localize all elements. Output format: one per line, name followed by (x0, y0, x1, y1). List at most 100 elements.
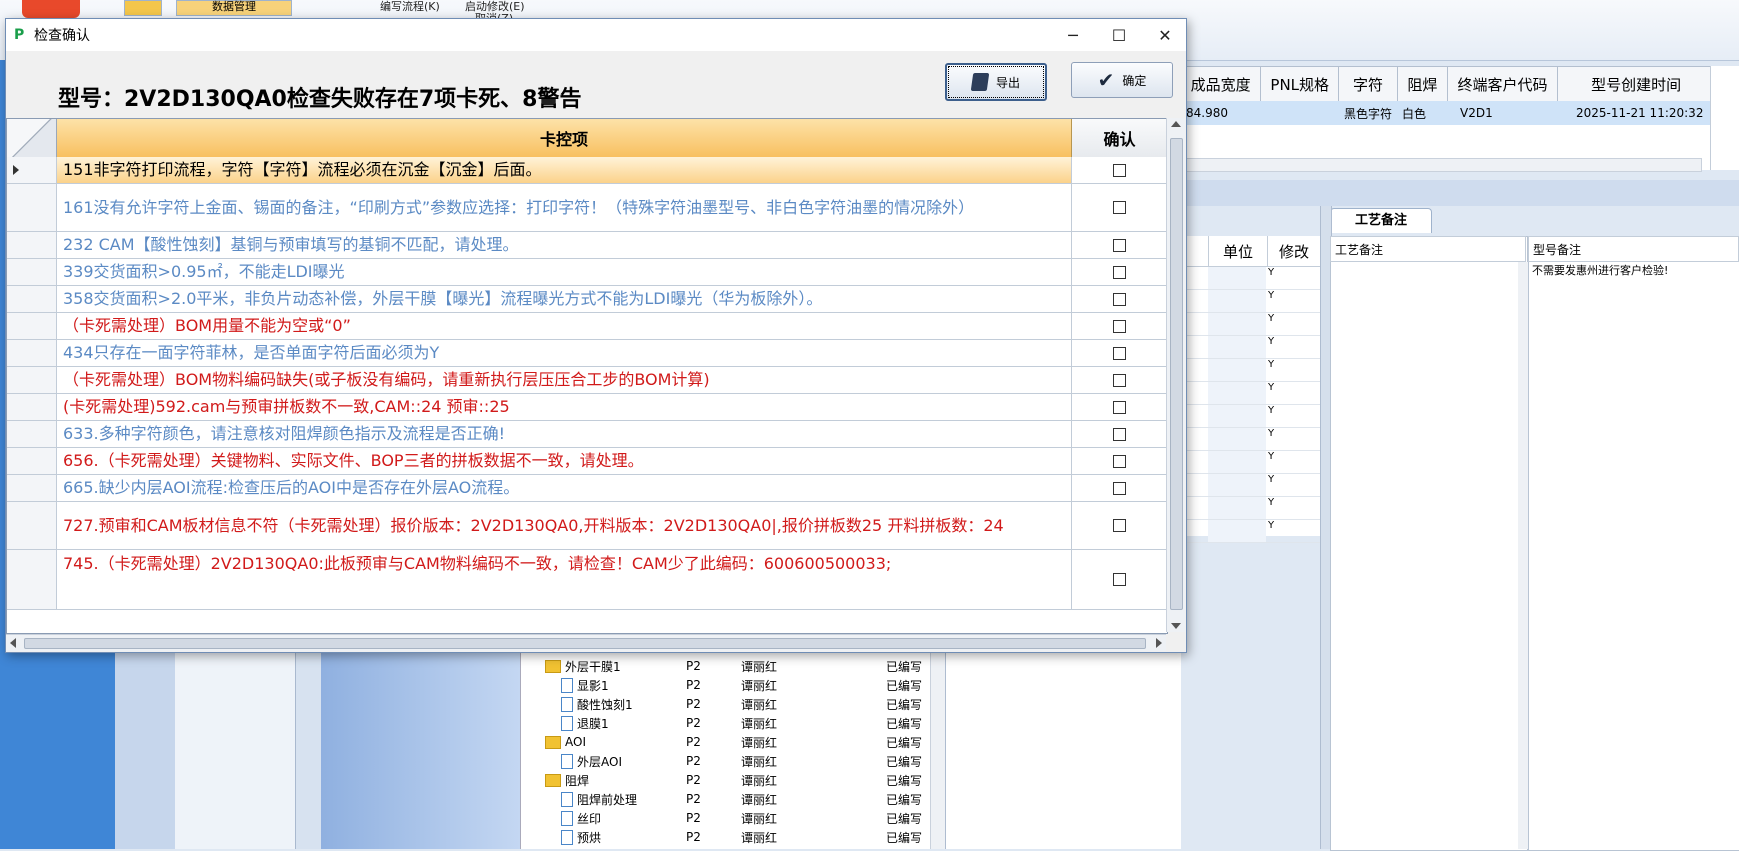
unit-row[interactable]: Y (1180, 382, 1320, 405)
check-item-row[interactable]: 161没有允许字符上金面、锡面的备注，“印刷方式”参数应选择：打印字符！（特殊字… (7, 184, 1167, 232)
check-item-row[interactable]: 727.预审和CAM板材信息不符（卡死需处理）报价版本：2V2D130QA0,开… (7, 502, 1167, 550)
check-item-row[interactable]: 665.缺少内层AOI流程:检查压后的AOI中是否存在外层AO流程。 (7, 475, 1167, 502)
check-item-row[interactable]: 151非字符打印流程，字符【字符】流程必须在沉金【沉金】后面。 (7, 157, 1167, 184)
unit-row[interactable]: Y (1180, 290, 1320, 313)
check-item-row[interactable]: 232 CAM【酸性蚀刻】基铜与预审填写的基铜不匹配，请处理。 (7, 232, 1167, 259)
process-tree[interactable]: 外层干膜1 P2 谭丽红 已编写 显影1 P2 谭丽红 已编写 酸性蚀刻1 P2 谭丽红 已编写 退膜1… (520, 652, 941, 849)
confirm-checkbox[interactable] (1113, 346, 1126, 360)
process-remark-panel[interactable] (1330, 236, 1528, 851)
row-selector[interactable] (7, 475, 57, 501)
tab-process-remark[interactable]: 工艺备注 (1330, 208, 1432, 233)
check-item-row[interactable]: 745.（卡死需处理）2V2D130QA0:此板预审与CAM物料编码不一致，请检… (7, 550, 1167, 610)
confirm-checkbox[interactable] (1113, 519, 1126, 532)
tree-node[interactable]: 酸性蚀刻1 (561, 695, 633, 713)
confirm-checkbox[interactable] (1113, 319, 1126, 333)
check-item-text: 727.预审和CAM板材信息不符（卡死需处理）报价版本：2V2D130QA0,开… (57, 502, 1072, 549)
check-item-row[interactable]: 358交货面积>2.0平米，非负片动态补偿，外层干膜【曝光】流程曝光方式不能为L… (7, 286, 1167, 313)
tree-cell-c1: P2 (686, 754, 701, 768)
row-selector[interactable] (7, 448, 57, 474)
minimize-icon[interactable]: ─ (1050, 19, 1096, 51)
vertical-scroll-thumb[interactable] (1170, 138, 1183, 610)
unit-row[interactable]: Y (1180, 336, 1320, 359)
unit-row[interactable]: Y (1180, 405, 1320, 428)
row-selector[interactable] (7, 367, 57, 393)
unit-row[interactable]: Y (1180, 520, 1320, 543)
model-grid-hscroll[interactable] (1180, 158, 1702, 172)
checkmark-icon: ✔ (1097, 68, 1115, 92)
scroll-left-icon[interactable] (10, 638, 16, 648)
confirm-button[interactable]: ✔ 确定 (1071, 62, 1173, 98)
confirm-checkbox[interactable] (1113, 373, 1126, 387)
scroll-up-icon[interactable] (1171, 121, 1181, 127)
unit-row[interactable]: Y (1180, 267, 1320, 290)
row-selector[interactable] (7, 313, 57, 339)
row-selector[interactable] (7, 550, 57, 609)
row-selector[interactable] (7, 340, 57, 366)
tree-node[interactable]: 外层干膜1 (545, 657, 621, 675)
scroll-down-icon[interactable] (1171, 623, 1181, 629)
row-selector[interactable] (7, 502, 57, 549)
tree-node[interactable]: AOI (545, 733, 586, 751)
check-item-row[interactable]: 339交货面积>0.95㎡，不能走LDI曝光 (7, 259, 1167, 286)
confirm-checkbox[interactable] (1113, 454, 1126, 468)
confirm-checkbox[interactable] (1113, 265, 1126, 279)
export-button[interactable]: 导出 (945, 63, 1047, 101)
unit-row[interactable]: Y (1180, 474, 1320, 497)
check-item-row[interactable]: 656.（卡死需处理）关键物料、实际文件、BOP三者的拼板数据不一致，请处理。 (7, 448, 1167, 475)
tree-node[interactable]: 外层AOI (561, 752, 622, 770)
row-selector[interactable] (7, 259, 57, 285)
row-selector[interactable] (7, 184, 57, 231)
confirm-checkbox[interactable] (1113, 292, 1126, 306)
unit-row[interactable]: Y (1180, 428, 1320, 451)
tree-node[interactable]: 显影1 (561, 676, 609, 694)
grid-icon[interactable] (124, 0, 162, 16)
menu-edit-flow[interactable]: 编写流程(K) (380, 0, 440, 14)
unit-row[interactable]: Y (1180, 359, 1320, 382)
dialog-titlebar[interactable]: P 检查确认 ─ ☐ ✕ (6, 19, 1186, 51)
scroll-right-icon[interactable] (1156, 638, 1162, 648)
data-management-button[interactable]: 数据管理 (176, 0, 292, 16)
unit-row[interactable]: Y (1180, 313, 1320, 336)
confirm-checkbox[interactable] (1113, 163, 1126, 177)
tree-cell-c3: 已编写 (886, 716, 923, 731)
check-item-row[interactable]: 633.多种字符颜色，请注意核对阻焊颜色指示及流程是否正确! (7, 421, 1167, 448)
check-item-row[interactable]: （卡死需处理）BOM物料编码缺失(或子板没有编码，请重新执行层压压合工步的BOM… (7, 367, 1167, 394)
check-item-row[interactable]: （卡死需处理）BOM用量不能为空或“0” (7, 313, 1167, 340)
tree-node[interactable]: 预烘 (561, 828, 601, 846)
remark-divider-scroll[interactable] (1518, 262, 1528, 849)
confirm-checkbox[interactable] (1113, 427, 1126, 441)
confirm-checkbox[interactable] (1113, 201, 1126, 214)
unit-row[interactable]: Y (1180, 451, 1320, 474)
select-all-corner[interactable] (7, 119, 57, 157)
col-control-item[interactable]: 卡控项 (57, 119, 1072, 157)
check-items-grid[interactable]: 卡控项 确认 151非字符打印流程，字符【字符】流程必须在沉金【沉金】后面。 16… (6, 118, 1168, 634)
tree-node-label: 阻焊前处理 (577, 792, 638, 807)
grid-horizontal-scrollbar[interactable] (6, 634, 1166, 651)
horizontal-scroll-thumb[interactable] (24, 638, 1146, 649)
close-icon[interactable]: ✕ (1142, 19, 1188, 51)
row-selector[interactable] (7, 394, 57, 420)
confirm-checkbox[interactable] (1113, 400, 1126, 414)
tree-cell-c2: 谭丽红 (741, 659, 778, 674)
model-remark-panel[interactable] (1528, 236, 1739, 851)
model-grid-side (1710, 66, 1739, 170)
tree-node[interactable]: 阻焊前处理 (561, 790, 637, 808)
col-confirm[interactable]: 确认 (1072, 119, 1167, 157)
maximize-icon[interactable]: ☐ (1096, 19, 1142, 51)
tree-node[interactable]: 丝印 (561, 809, 601, 827)
row-selector[interactable] (7, 286, 57, 312)
check-item-row[interactable]: (卡死需处理)592.cam与预审拼板数不一致,CAM::24 预审::25 (7, 394, 1167, 421)
tree-scrollbar[interactable] (930, 652, 945, 849)
row-selector[interactable] (7, 157, 57, 183)
row-selector[interactable] (7, 232, 57, 258)
confirm-checkbox[interactable] (1113, 573, 1126, 586)
grid-vertical-scrollbar[interactable] (1166, 118, 1185, 632)
check-item-row[interactable]: 434只存在一面字符菲林，是否单面字符后面必须为Y (7, 340, 1167, 367)
tree-node[interactable]: 退膜1 (561, 714, 609, 732)
confirm-checkbox[interactable] (1113, 481, 1126, 495)
model-grid-row[interactable]: 84.980 黑色字符 白色 V2D1 2025-11-21 11:20:32 (1180, 101, 1739, 125)
confirm-checkbox[interactable] (1113, 238, 1126, 252)
tree-node[interactable]: 阻焊 (545, 771, 589, 789)
row-selector[interactable] (7, 421, 57, 447)
unit-row[interactable]: Y (1180, 497, 1320, 520)
